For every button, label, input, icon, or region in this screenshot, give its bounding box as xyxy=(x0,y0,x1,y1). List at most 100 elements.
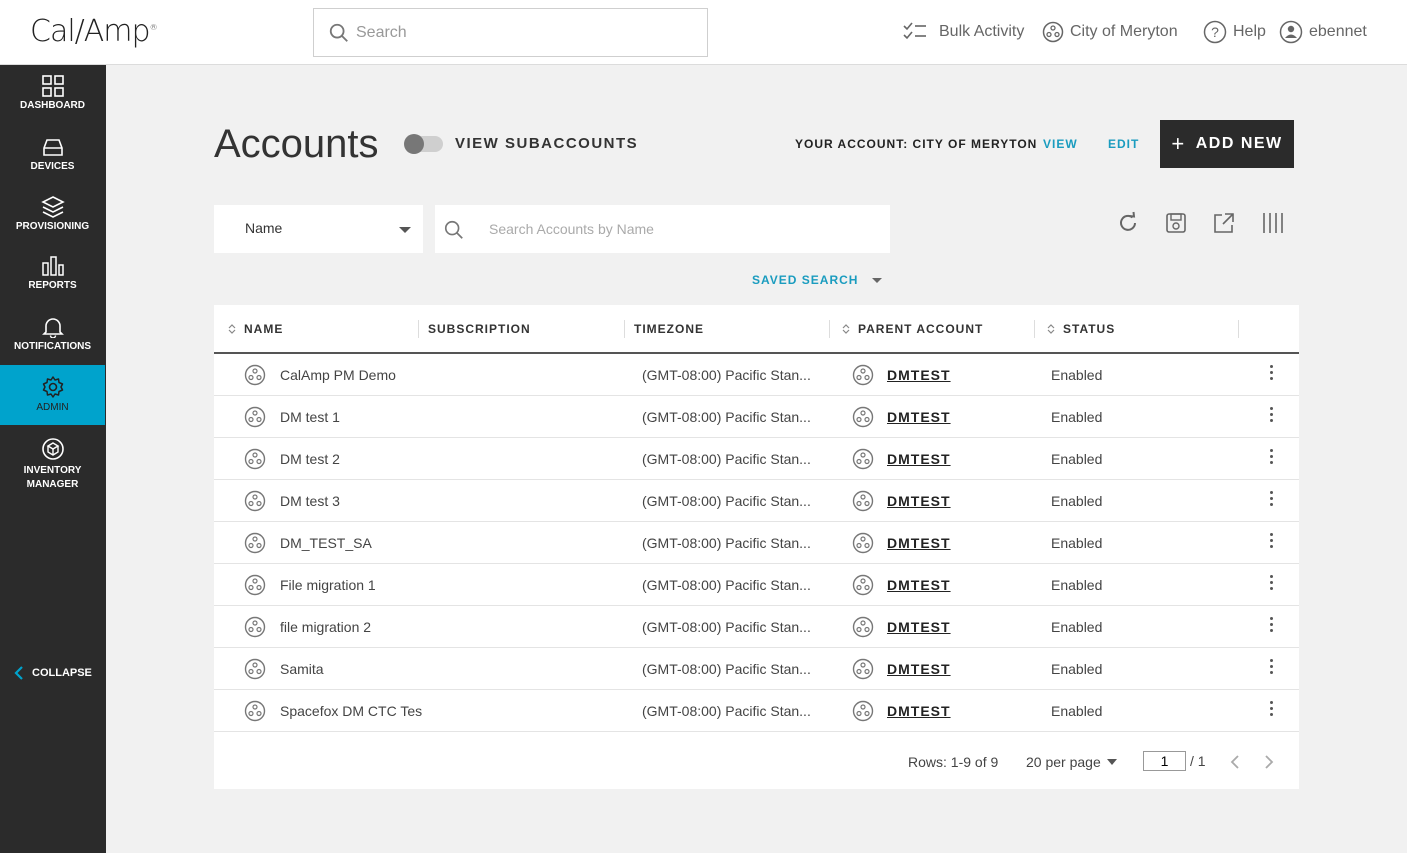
sidebar-label: DEVICES xyxy=(30,161,75,172)
collapse-button[interactable]: COLLAPSE xyxy=(14,666,92,680)
account-timezone: (GMT-08:00) Pacific Stan... xyxy=(642,619,811,635)
row-menu-icon[interactable] xyxy=(1266,489,1276,511)
global-search[interactable] xyxy=(313,8,708,57)
sort-icon xyxy=(228,324,236,334)
save-icon[interactable] xyxy=(1164,211,1188,235)
account-icon xyxy=(244,700,266,722)
sidebar-item-admin[interactable]: ADMIN xyxy=(0,365,105,425)
row-menu-icon[interactable] xyxy=(1266,573,1276,595)
account-switcher[interactable]: City of Meryton xyxy=(1042,20,1178,44)
global-search-input[interactable] xyxy=(356,19,696,47)
row-menu-icon[interactable] xyxy=(1266,615,1276,637)
parent-account-link[interactable]: DMTEST xyxy=(887,703,951,719)
account-icon xyxy=(244,448,266,470)
bulk-activity-link[interactable]: Bulk Activity xyxy=(903,20,1024,44)
row-menu-icon[interactable] xyxy=(1266,657,1276,679)
help-link[interactable]: ? Help xyxy=(1203,20,1266,44)
reports-icon xyxy=(41,256,64,276)
account-icon xyxy=(244,658,266,680)
account-timezone: (GMT-08:00) Pacific Stan... xyxy=(642,493,811,509)
column-header-name[interactable]: NAME xyxy=(228,322,283,336)
sidebar-item-notifications[interactable]: NOTIFICATIONS xyxy=(0,306,105,366)
accounts-table: NAME SUBSCRIPTION TIMEZONE PARENT ACCOUN… xyxy=(214,305,1299,789)
parent-account-link[interactable]: DMTEST xyxy=(887,661,951,677)
table-row[interactable]: DM test 1 (GMT-08:00) Pacific Stan... DM… xyxy=(214,396,1299,438)
table-header: NAME SUBSCRIPTION TIMEZONE PARENT ACCOUN… xyxy=(214,305,1299,354)
filter-field-value: Name xyxy=(245,220,283,236)
accounts-search[interactable] xyxy=(435,205,890,253)
account-icon xyxy=(244,490,266,512)
columns-icon[interactable] xyxy=(1261,211,1285,235)
saved-search-dropdown[interactable]: SAVED SEARCH xyxy=(752,273,883,287)
per-page-select[interactable]: 20 per page xyxy=(1026,754,1117,770)
sidebar-item-reports[interactable]: REPORTS xyxy=(0,245,105,305)
column-header-timezone[interactable]: TIMEZONE xyxy=(634,322,704,336)
sidebar-label: ADMIN xyxy=(36,402,69,413)
account-icon xyxy=(244,616,266,638)
parent-account-link[interactable]: DMTEST xyxy=(887,619,951,635)
row-menu-icon[interactable] xyxy=(1266,363,1276,385)
page-number-input[interactable] xyxy=(1143,751,1186,771)
table-row[interactable]: DM_TEST_SA (GMT-08:00) Pacific Stan... D… xyxy=(214,522,1299,564)
sidebar-item-devices[interactable]: DEVICES xyxy=(0,126,105,186)
accounts-search-input[interactable] xyxy=(489,217,879,241)
user-menu[interactable]: ebennet xyxy=(1279,20,1367,44)
user-icon xyxy=(1279,20,1303,44)
column-label: STATUS xyxy=(1063,322,1116,336)
edit-account-link[interactable]: EDIT xyxy=(1108,137,1139,151)
table-row[interactable]: CalAmp PM Demo (GMT-08:00) Pacific Stan.… xyxy=(214,354,1299,396)
row-menu-icon[interactable] xyxy=(1266,447,1276,469)
column-header-parent-account[interactable]: PARENT ACCOUNT xyxy=(842,322,983,336)
parent-account-icon xyxy=(852,532,874,554)
refresh-icon[interactable] xyxy=(1116,211,1140,235)
parent-account-link[interactable]: DMTEST xyxy=(887,367,951,383)
table-row[interactable]: Spacefox DM CTC Test (GMT-08:00) Pacific… xyxy=(214,690,1299,732)
account-icon xyxy=(244,364,266,386)
collapse-label: COLLAPSE xyxy=(32,667,92,679)
sidebar-item-dashboard[interactable]: DASHBOARD xyxy=(0,65,105,125)
account-timezone: (GMT-08:00) Pacific Stan... xyxy=(642,703,811,719)
view-subaccounts-toggle[interactable] xyxy=(404,134,443,154)
calamp-logo[interactable]: Cal/Amp® xyxy=(30,14,158,49)
column-label: SUBSCRIPTION xyxy=(428,322,531,336)
row-menu-icon[interactable] xyxy=(1266,531,1276,553)
plus-icon: + xyxy=(1171,131,1186,156)
parent-account-link[interactable]: DMTEST xyxy=(887,451,951,467)
sidebar-item-provisioning[interactable]: PROVISIONING xyxy=(0,186,105,246)
table-row[interactable]: File migration 1 (GMT-08:00) Pacific Sta… xyxy=(214,564,1299,606)
next-page-icon[interactable] xyxy=(1264,754,1274,770)
sidebar: DASHBOARD DEVICES PROVISIONING REPORTS N… xyxy=(0,65,106,853)
parent-account-link[interactable]: DMTEST xyxy=(887,577,951,593)
parent-account-link[interactable]: DMTEST xyxy=(887,493,951,509)
column-header-subscription[interactable]: SUBSCRIPTION xyxy=(428,322,531,336)
account-status: Enabled xyxy=(1051,409,1103,425)
per-page-label: 20 per page xyxy=(1026,754,1101,770)
filter-field-select[interactable]: Name xyxy=(214,205,423,253)
prev-page-icon[interactable] xyxy=(1230,754,1240,770)
svg-text:?: ? xyxy=(1211,24,1219,40)
table-row[interactable]: DM test 3 (GMT-08:00) Pacific Stan... DM… xyxy=(214,480,1299,522)
view-account-link[interactable]: VIEW xyxy=(1043,137,1078,151)
sidebar-item-inventory-manager[interactable]: INVENTORY MANAGER xyxy=(0,435,105,495)
add-new-label: ADD NEW xyxy=(1195,135,1283,152)
parent-account-link[interactable]: DMTEST xyxy=(887,535,951,551)
search-icon xyxy=(444,220,463,239)
your-account-label: YOUR ACCOUNT: CITY OF MERYTON xyxy=(795,137,1038,151)
parent-account-link[interactable]: DMTEST xyxy=(887,409,951,425)
add-new-button[interactable]: + ADD NEW xyxy=(1160,120,1294,168)
account-name: Samita xyxy=(280,661,324,677)
account-name: DM_TEST_SA xyxy=(280,535,372,551)
help-label: Help xyxy=(1233,23,1266,40)
column-header-status[interactable]: STATUS xyxy=(1047,322,1115,336)
parent-account-icon xyxy=(852,406,874,428)
sidebar-label-line2: MANAGER xyxy=(26,479,79,490)
table-row[interactable]: Samita (GMT-08:00) Pacific Stan... DMTES… xyxy=(214,648,1299,690)
row-menu-icon[interactable] xyxy=(1266,699,1276,721)
table-row[interactable]: DM test 2 (GMT-08:00) Pacific Stan... DM… xyxy=(214,438,1299,480)
chevron-left-icon xyxy=(14,666,23,680)
caret-down-icon xyxy=(399,227,411,233)
export-icon[interactable] xyxy=(1212,211,1236,235)
column-divider xyxy=(1034,320,1035,338)
table-row[interactable]: file migration 2 (GMT-08:00) Pacific Sta… xyxy=(214,606,1299,648)
row-menu-icon[interactable] xyxy=(1266,405,1276,427)
